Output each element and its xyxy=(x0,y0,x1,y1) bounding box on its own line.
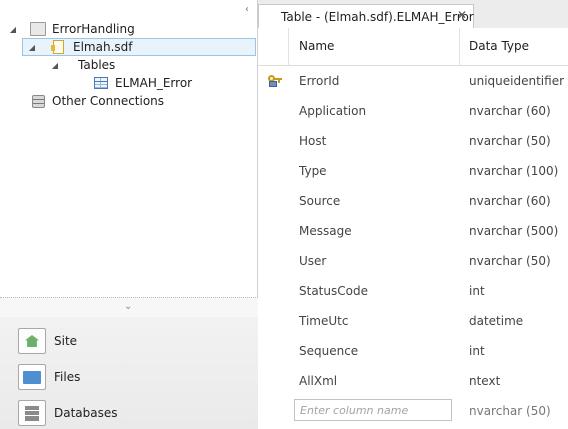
table-row[interactable]: Message nvarchar (500) xyxy=(258,216,568,246)
column-type[interactable]: nvarchar (50) xyxy=(469,134,551,148)
new-column-type[interactable]: nvarchar (50) xyxy=(469,404,551,418)
column-name[interactable]: Sequence xyxy=(299,344,358,358)
table-designer: Table - (Elmah.sdf).ELMAH_Error ✕ Name D… xyxy=(258,0,568,429)
nav-item-files[interactable]: Files xyxy=(0,359,258,395)
nav-item-databases[interactable]: Databases xyxy=(0,395,258,429)
site-icon xyxy=(18,328,46,354)
column-divider[interactable] xyxy=(459,28,460,66)
expand-toggle-icon[interactable]: ◢ xyxy=(50,61,60,70)
table-row[interactable]: AllXml ntext xyxy=(258,366,568,396)
sdf-file-icon xyxy=(51,40,64,54)
column-name[interactable]: Type xyxy=(299,164,327,178)
nav-item-label: Files xyxy=(54,370,81,384)
column-name[interactable]: AllXml xyxy=(299,374,337,388)
tree-node-label: ELMAH_Error xyxy=(115,76,193,90)
column-name[interactable]: Source xyxy=(299,194,340,208)
header-data-type[interactable]: Data Type xyxy=(469,39,529,53)
nav-item-site[interactable]: Site xyxy=(0,323,258,359)
column-name[interactable]: StatusCode xyxy=(299,284,368,298)
column-name[interactable]: Host xyxy=(299,134,326,148)
table-row[interactable]: ErrorId uniqueidentifier xyxy=(258,66,568,96)
column-type[interactable]: nvarchar (100) xyxy=(469,164,558,178)
pane-splitter[interactable]: ⌄ xyxy=(0,297,258,317)
tree-node-elmah-sdf[interactable]: ◢ Elmah.sdf xyxy=(22,38,256,56)
tab-title: Table - (Elmah.sdf).ELMAH_Error xyxy=(281,9,474,24)
table-row[interactable]: Host nvarchar (50) xyxy=(258,126,568,156)
column-type[interactable]: nvarchar (500) xyxy=(469,224,558,238)
column-type[interactable]: uniqueidentifier xyxy=(469,74,564,88)
column-type[interactable]: nvarchar (50) xyxy=(469,254,551,268)
tree-node-label: Elmah.sdf xyxy=(73,40,133,54)
nav-item-label: Site xyxy=(54,334,78,348)
expand-toggle-icon[interactable]: ◢ xyxy=(27,43,37,52)
column-type[interactable]: nvarchar (60) xyxy=(469,104,551,118)
tree-node-label: ErrorHandling xyxy=(52,22,135,36)
close-icon[interactable]: ✕ xyxy=(457,8,467,22)
tab-table-elmah-error[interactable]: Table - (Elmah.sdf).ELMAH_Error ✕ xyxy=(258,4,474,28)
column-type[interactable]: int xyxy=(469,284,485,298)
table-row[interactable]: Sequence int xyxy=(258,336,568,366)
primary-key-icon xyxy=(268,73,282,87)
folder-icon xyxy=(18,364,46,390)
table-row[interactable]: TimeUtc datetime xyxy=(258,306,568,336)
document-tabstrip: Table - (Elmah.sdf).ELMAH_Error ✕ xyxy=(258,0,568,28)
column-type[interactable]: datetime xyxy=(469,314,523,328)
column-name[interactable]: TimeUtc xyxy=(299,314,348,328)
table-row[interactable]: Application nvarchar (60) xyxy=(258,96,568,126)
chevron-down-icon[interactable]: ⌄ xyxy=(124,301,132,312)
table-row[interactable]: Source nvarchar (60) xyxy=(258,186,568,216)
new-column-name-input[interactable] xyxy=(294,399,452,421)
table-row[interactable]: Type nvarchar (100) xyxy=(258,156,568,186)
table-row[interactable]: User nvarchar (50) xyxy=(258,246,568,276)
nav-item-label: Databases xyxy=(54,406,118,420)
column-type[interactable]: int xyxy=(469,344,485,358)
column-name[interactable]: User xyxy=(299,254,326,268)
database-icon xyxy=(30,22,46,36)
tree-node-label: Tables xyxy=(78,58,116,72)
column-divider[interactable] xyxy=(288,28,289,66)
column-name[interactable]: Message xyxy=(299,224,352,238)
new-column-row[interactable]: nvarchar (50) xyxy=(258,396,568,426)
workspace-nav: Site Files Databases xyxy=(0,317,258,429)
databases-icon xyxy=(18,400,46,426)
table-icon xyxy=(94,77,108,89)
column-name[interactable]: ErrorId xyxy=(299,74,339,88)
column-type[interactable]: nvarchar (60) xyxy=(469,194,551,208)
column-type[interactable]: ntext xyxy=(469,374,500,388)
collapse-pane-icon[interactable]: ‹ xyxy=(245,4,249,15)
expand-toggle-icon[interactable]: ◢ xyxy=(8,25,18,34)
table-row[interactable]: StatusCode int xyxy=(258,276,568,306)
tree-node-label: Other Connections xyxy=(52,94,165,108)
explorer-pane: ‹ ◢ ErrorHandling ◢ Elmah.sdf ◢ Tables E… xyxy=(0,0,258,429)
grid-header: Name Data Type xyxy=(258,28,568,66)
header-name[interactable]: Name xyxy=(299,39,334,53)
connections-icon xyxy=(32,94,45,108)
column-name[interactable]: Application xyxy=(299,104,366,118)
